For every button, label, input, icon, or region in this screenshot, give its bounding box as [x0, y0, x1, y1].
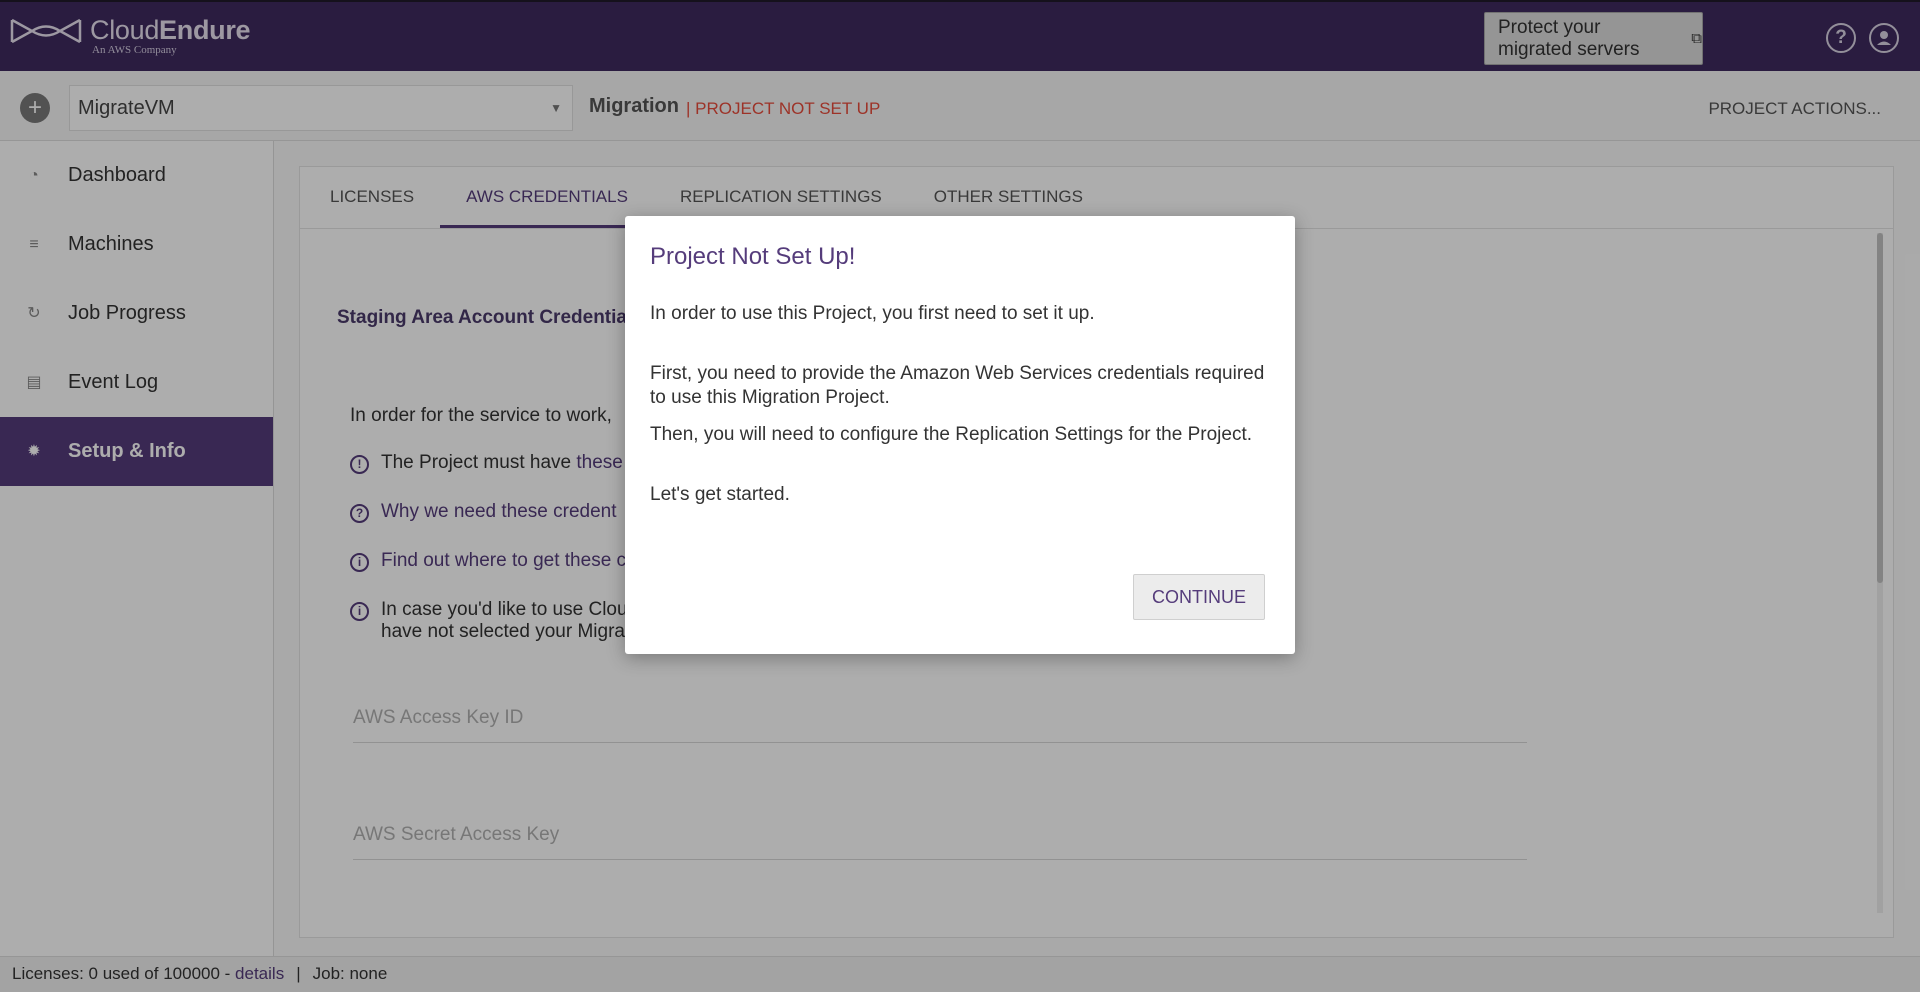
- continue-button[interactable]: CONTINUE: [1133, 574, 1265, 620]
- dialog-text: First, you need to provide the Amazon We…: [650, 363, 1265, 408]
- dialog-text: In order to use this Project, you first …: [650, 303, 1095, 324]
- dialog-text: Let's get started.: [650, 484, 790, 505]
- dialog-title: Project Not Set Up!: [650, 243, 856, 270]
- modal-overlay[interactable]: Project Not Set Up! In order to use this…: [0, 0, 1920, 992]
- dialog-text: Then, you will need to configure the Rep…: [650, 424, 1253, 445]
- project-not-set-up-dialog: Project Not Set Up! In order to use this…: [625, 216, 1295, 654]
